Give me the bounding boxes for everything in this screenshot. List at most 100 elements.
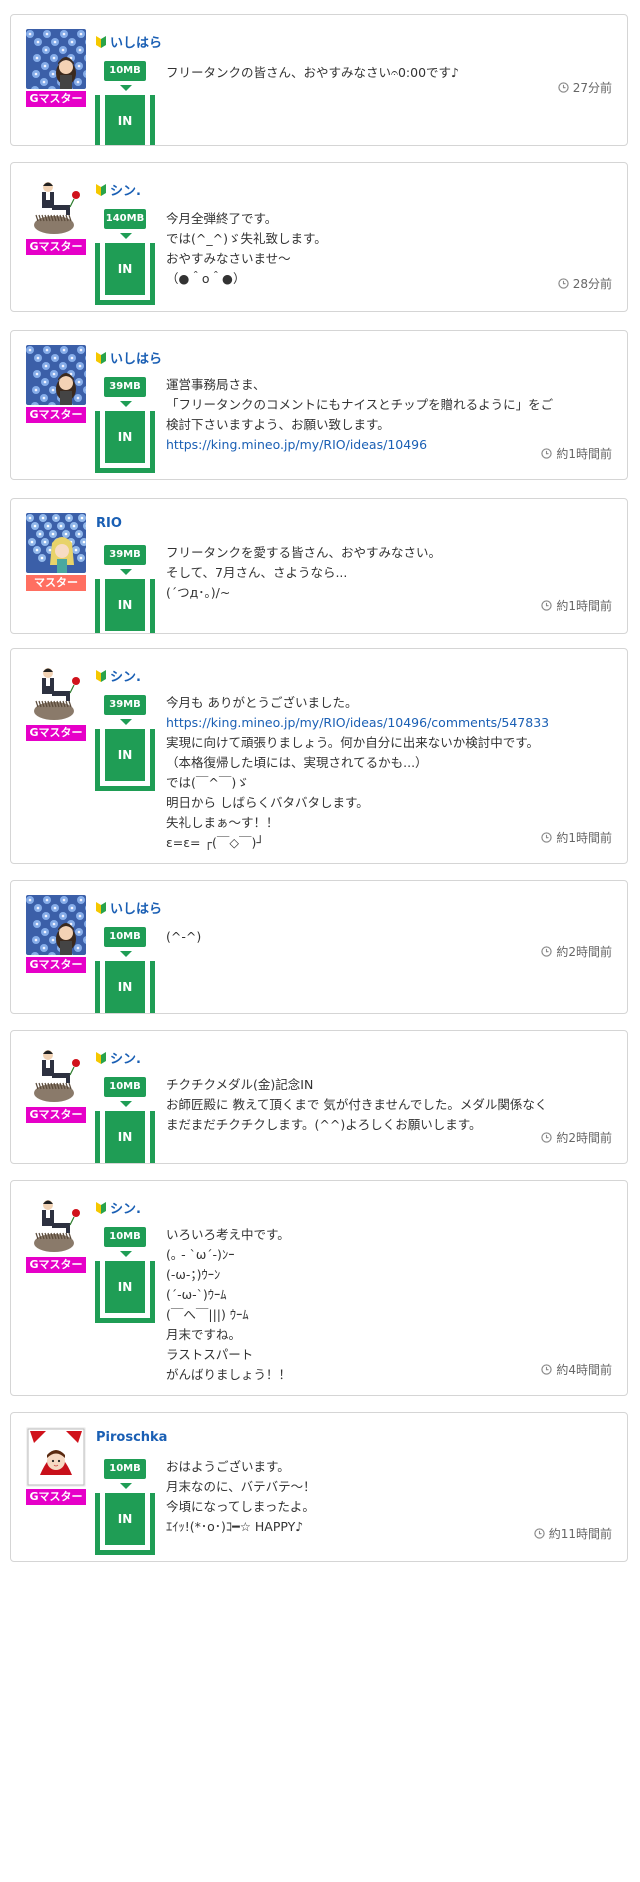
clock-icon — [541, 1132, 553, 1143]
arrow-down-icon — [120, 233, 132, 239]
clock-icon — [558, 278, 569, 289]
user-avatar[interactable] — [26, 663, 86, 723]
comment-line: フリータンクを愛する皆さん、おやすみなさい。 — [166, 545, 442, 560]
timestamp-text: 約11時間前 — [548, 1527, 612, 1541]
comment-line: (｡ - `ω´-)ﾝｰ — [166, 1247, 235, 1262]
comment-card: Gマスター Piroschka 10MB IN おはようございます。 月末なのに、… — [10, 1412, 628, 1562]
username[interactable]: シン. — [110, 1198, 141, 1217]
comment-line: 実現に向けて頑張りましょう。何か自分に出来ないか検討中です。 — [166, 735, 540, 750]
username[interactable]: シン. — [110, 180, 141, 199]
comment-link[interactable]: https://king.mineo.jp/my/RIO/ideas/10496… — [166, 715, 549, 730]
arrow-down-icon — [120, 951, 132, 957]
clock-icon — [558, 82, 569, 93]
username[interactable]: シン. — [110, 1048, 141, 1067]
user-avatar[interactable] — [26, 1195, 86, 1255]
data-amount-badge: 10MB — [104, 1077, 146, 1097]
beginner-mark-icon — [96, 35, 106, 48]
arrow-down-icon — [120, 719, 132, 725]
comment-line: まだまだチクチクします。(^^)よろしくお願いします。 — [166, 1117, 482, 1132]
tank-in-label: IN — [105, 729, 145, 781]
username-link[interactable]: いしはら — [96, 898, 162, 917]
comment-text: (^-^) — [166, 927, 606, 947]
beginner-mark-icon — [96, 183, 106, 196]
comment-line: いろいろ考え中です。 — [166, 1227, 290, 1242]
tank-icon: IN — [95, 961, 155, 1013]
timestamp: 28分前 — [558, 275, 612, 292]
rank-badge: Gマスター — [26, 91, 86, 107]
user-avatar[interactable] — [26, 513, 86, 573]
data-amount-badge: 39MB — [104, 545, 146, 565]
tank-in-label: IN — [105, 243, 145, 295]
comment-line: 失礼しまぁ〜す！！ — [166, 815, 279, 830]
tank-icon: IN — [95, 1493, 155, 1555]
clock-icon — [541, 448, 553, 459]
comment-line: おはようございます。 — [166, 1459, 290, 1474]
comment-line: フリータンクの皆さん、おやすみなさい𝄐0:00です♪ — [166, 65, 459, 80]
comment-text: チクチクメダル(金)記念IN お師匠殿に 教えて頂くまで 気が付きませんでした。メ… — [166, 1075, 606, 1135]
comment-text: いろいろ考え中です。 (｡ - `ω´-)ﾝｰ (-ω-；)ｳｰﾝ (´-ω-`)ｳｰ… — [166, 1225, 606, 1385]
clock-icon — [541, 1364, 553, 1375]
tank-in-label: IN — [105, 1493, 145, 1545]
timestamp: 27分前 — [558, 79, 612, 96]
timestamp: 約1時間前 — [541, 829, 612, 846]
username-link[interactable]: いしはら — [96, 348, 162, 367]
arrow-down-icon — [120, 1101, 132, 1107]
tank-in-label: IN — [105, 95, 145, 145]
rank-badge: Gマスター — [26, 957, 86, 973]
username[interactable]: Piroschka — [96, 1430, 167, 1445]
rank-badge: Gマスター — [26, 1489, 86, 1505]
tank-in-label: IN — [105, 579, 145, 631]
username-link[interactable]: シン. — [96, 1048, 141, 1067]
username[interactable]: いしはら — [110, 348, 162, 367]
timestamp-text: 約1時間前 — [556, 831, 612, 845]
comment-line: では(^_^)ゞ失礼致します。 — [166, 231, 327, 246]
timestamp-text: 28分前 — [572, 277, 612, 291]
username-link[interactable]: シン. — [96, 180, 141, 199]
username-link[interactable]: シン. — [96, 666, 141, 685]
comment-line: 今月全弾終了です。 — [166, 211, 278, 226]
comment-card: Gマスター シン. 140MB IN 今月全弾終了です。 では(^_^)ゞ失礼致し… — [10, 162, 628, 312]
timestamp: 約2時間前 — [541, 1129, 612, 1146]
clock-icon — [541, 946, 553, 957]
comment-line: (´つд･｡)/~ — [166, 585, 231, 600]
clock-icon — [534, 1528, 545, 1539]
data-amount-badge: 10MB — [104, 1227, 146, 1247]
user-avatar[interactable] — [26, 895, 86, 955]
comment-text: フリータンクを愛する皆さん、おやすみなさい。 そして、7月さん、さようなら... (… — [166, 543, 606, 603]
comment-card: Gマスター いしはら 10MB IN (^-^) 約2時間前 — [10, 880, 628, 1014]
rank-badge: マスター — [26, 575, 86, 591]
clock-icon — [541, 600, 553, 611]
user-avatar[interactable] — [26, 177, 86, 237]
user-avatar[interactable] — [26, 1427, 86, 1487]
rank-badge: Gマスター — [26, 725, 86, 741]
user-avatar[interactable] — [26, 345, 86, 405]
timestamp: 約2時間前 — [541, 943, 612, 960]
comment-line: 今月も ありがとうございました。 — [166, 695, 358, 710]
user-avatar[interactable] — [26, 29, 86, 89]
comment-text: 今月も ありがとうございました。 https://king.mineo.jp/my… — [166, 693, 606, 853]
comment-line: 今頃になってしまったよ。 — [166, 1499, 315, 1514]
username-link[interactable]: シン. — [96, 1198, 141, 1217]
timestamp-text: 約2時間前 — [556, 1131, 612, 1145]
username-link[interactable]: RIO — [96, 516, 122, 531]
data-amount-badge: 140MB — [104, 209, 146, 229]
comment-line: がんばりましょう！！ — [166, 1367, 292, 1382]
comment-text: 今月全弾終了です。 では(^_^)ゞ失礼致します。 おやすみなさいませ〜 （●＾o＾●… — [166, 209, 606, 289]
timestamp-text: 約4時間前 — [556, 1363, 612, 1377]
comment-line: (￣へ￣|||) ｳｰﾑ — [166, 1307, 249, 1322]
tank-in-label: IN — [105, 1111, 145, 1163]
comment-card: Gマスター いしはら 10MB IN フリータンクの皆さん、おやすみなさい𝄐0:… — [10, 14, 628, 146]
beginner-mark-icon — [96, 1051, 106, 1064]
user-avatar[interactable] — [26, 1045, 86, 1105]
username-link[interactable]: Piroschka — [96, 1430, 167, 1445]
comment-line: (´-ω-`)ｳｰﾑ — [166, 1287, 227, 1302]
username[interactable]: シン. — [110, 666, 141, 685]
comment-line: ε=ε= ┌(￣◇￣)┘ — [166, 835, 264, 850]
username[interactable]: RIO — [96, 516, 122, 531]
tank-icon: IN — [95, 1261, 155, 1323]
username-link[interactable]: いしはら — [96, 32, 162, 51]
data-amount-badge: 10MB — [104, 61, 146, 81]
username[interactable]: いしはら — [110, 32, 162, 51]
username[interactable]: いしはら — [110, 898, 162, 917]
comment-link[interactable]: https://king.mineo.jp/my/RIO/ideas/10496 — [166, 437, 427, 452]
